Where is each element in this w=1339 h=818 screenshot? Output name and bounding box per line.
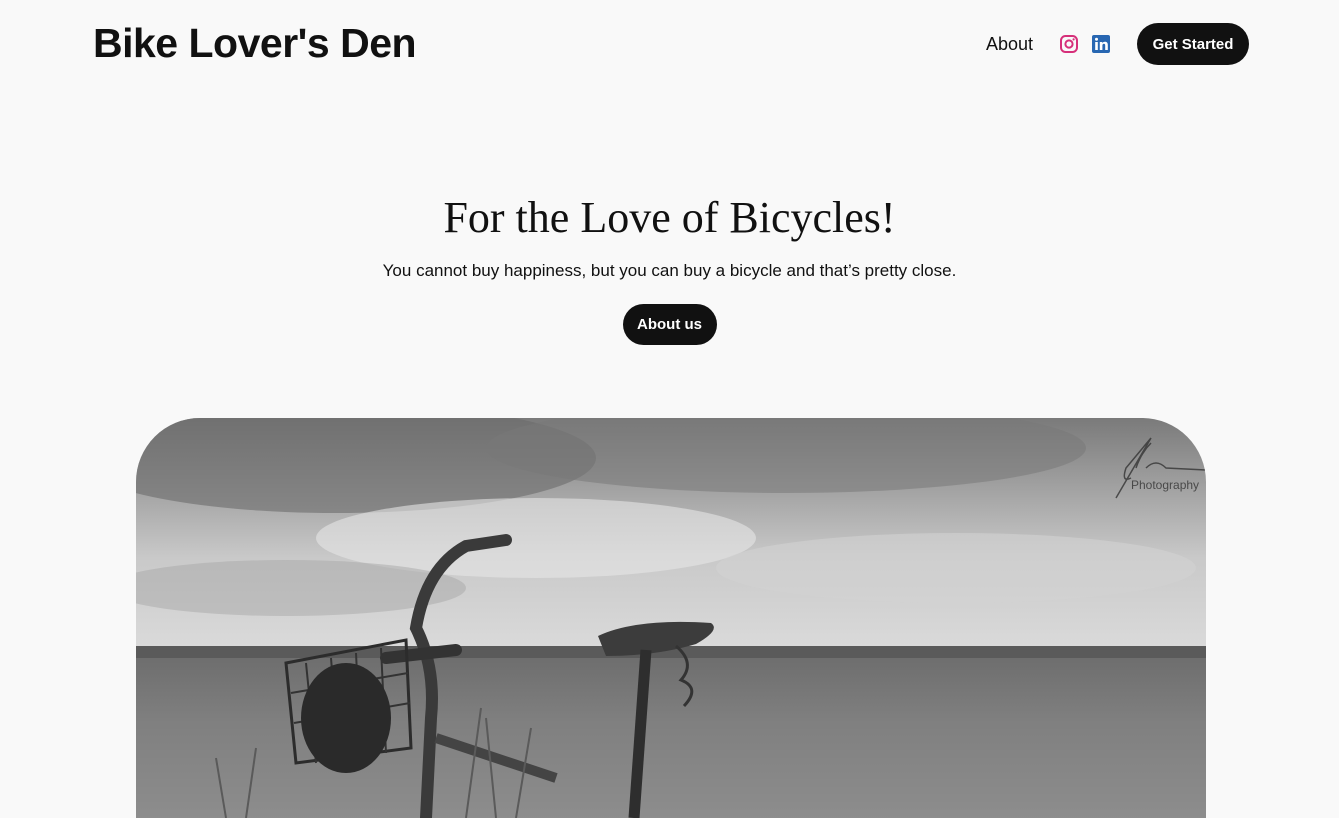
nav-link-about[interactable]: About <box>986 34 1033 55</box>
hero-title: For the Love of Bicycles! <box>443 193 896 242</box>
site-title[interactable]: Bike Lover's Den <box>93 18 417 68</box>
hero-subtitle: You cannot buy happiness, but you can bu… <box>382 261 957 280</box>
site-header: Bike Lover's Den About Get Started <box>0 0 1339 88</box>
watermark-text: Photography <box>1131 478 1199 492</box>
get-started-button[interactable]: Get Started <box>1137 23 1249 65</box>
linkedin-icon[interactable] <box>1091 34 1111 54</box>
instagram-icon[interactable] <box>1059 34 1079 54</box>
hero-image: Photography <box>136 418 1206 818</box>
social-links <box>1059 34 1111 54</box>
main-nav: About Get Started <box>986 23 1249 65</box>
bicycle-photo: Photography <box>136 418 1206 818</box>
about-us-button[interactable]: About us <box>622 304 717 345</box>
hero-section: For the Love of Bicycles! You cannot buy… <box>0 190 1339 345</box>
